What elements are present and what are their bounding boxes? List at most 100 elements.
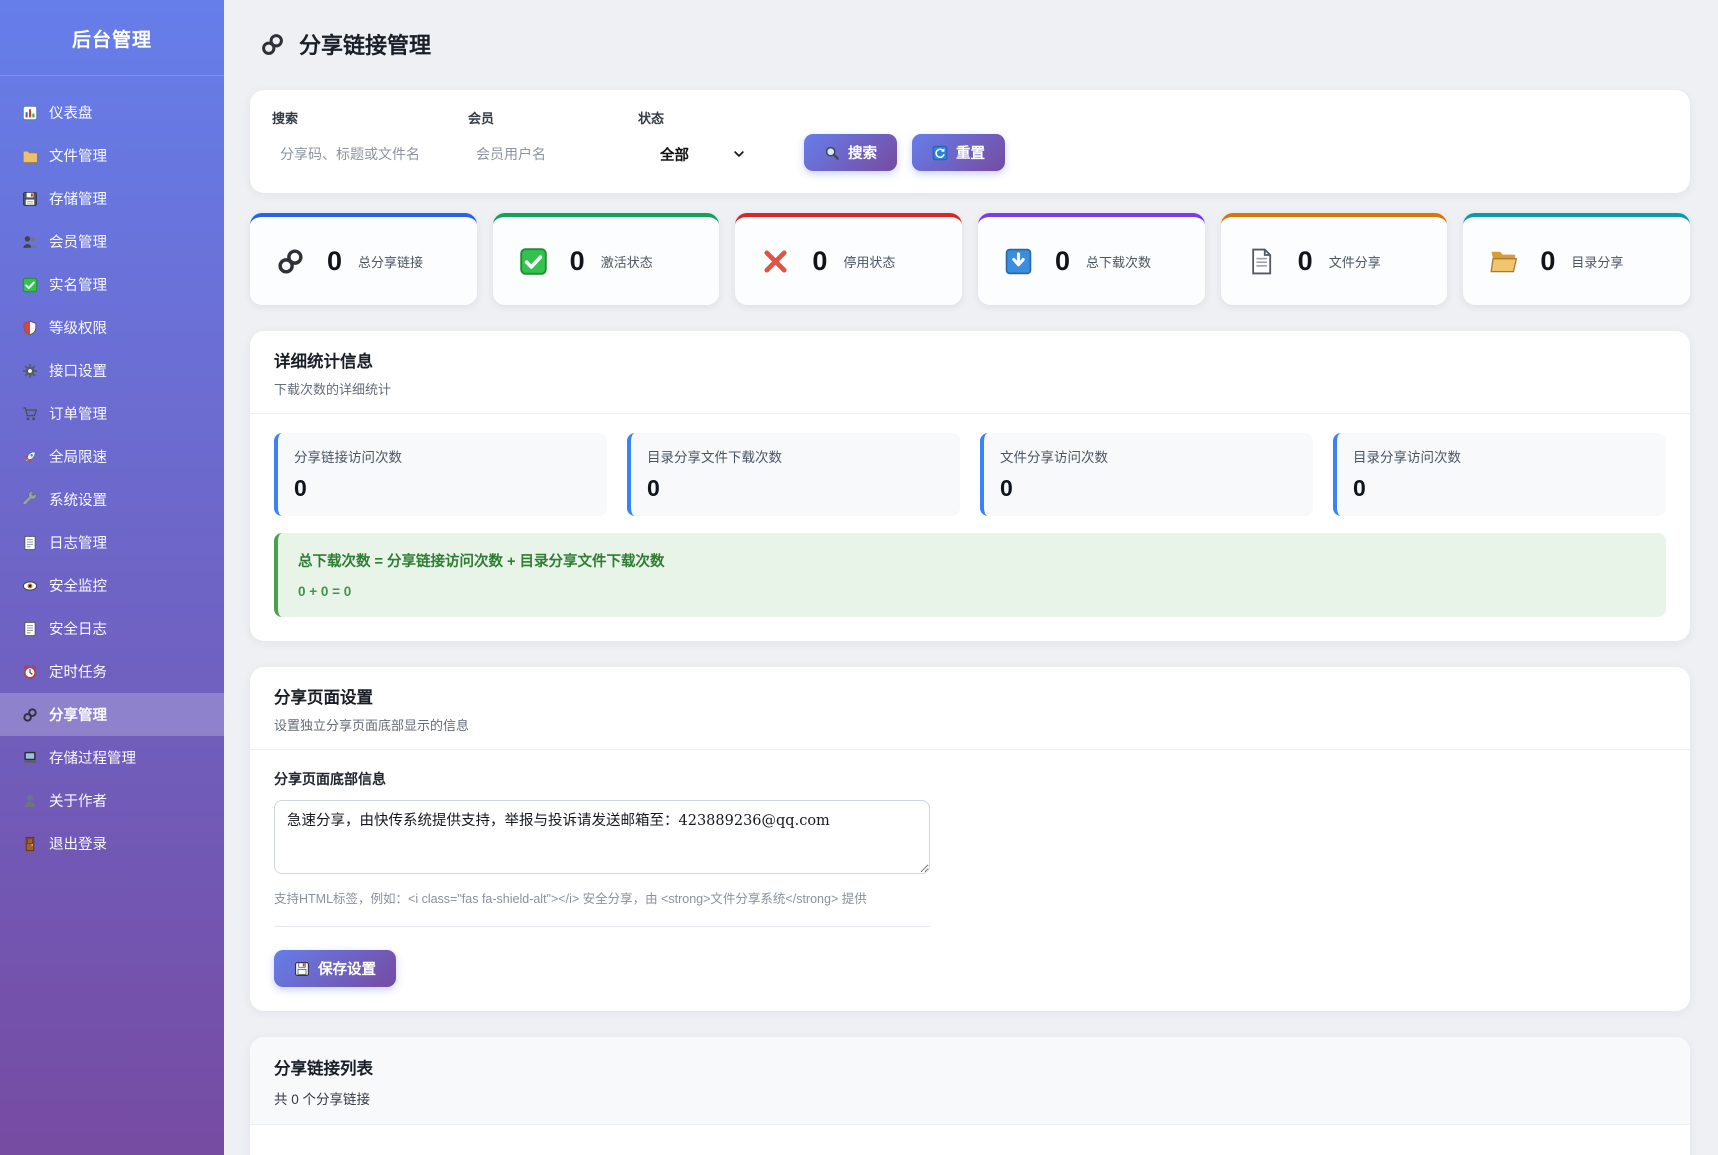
form-divider bbox=[274, 926, 930, 927]
status-select[interactable]: 全部 bbox=[638, 137, 756, 171]
stat-card-active: 0 激活状态 bbox=[493, 213, 720, 305]
page-title-text: 分享链接管理 bbox=[299, 28, 431, 60]
sidebar-item-label: 仪表盘 bbox=[49, 102, 93, 123]
share-settings-title: 分享页面设置 bbox=[274, 684, 1666, 708]
sidebar-item-system-settings[interactable]: 系统设置 bbox=[0, 478, 224, 521]
check-square-icon bbox=[22, 277, 38, 293]
download-icon bbox=[1004, 247, 1033, 276]
link-icon bbox=[22, 707, 38, 723]
link-icon bbox=[260, 32, 285, 57]
stat-label: 总下载次数 bbox=[1086, 252, 1151, 271]
stat-label: 文件分享 bbox=[1329, 252, 1381, 271]
detail-value: 0 bbox=[1353, 475, 1650, 502]
share-settings-subtitle: 设置独立分享页面底部显示的信息 bbox=[274, 715, 1666, 734]
stat-label: 激活状态 bbox=[601, 252, 653, 271]
sidebar-item-label: 接口设置 bbox=[49, 360, 107, 381]
sidebar-item-security-monitor[interactable]: 安全监控 bbox=[0, 564, 224, 607]
search-input[interactable] bbox=[272, 137, 450, 171]
document-icon bbox=[22, 621, 38, 637]
stat-card-file-shares: 0 文件分享 bbox=[1221, 213, 1448, 305]
main-content: 分享链接管理 搜索 会员 状态 全部 搜索 重置 bbox=[224, 0, 1718, 1155]
filter-bar: 搜索 会员 状态 全部 搜索 重置 bbox=[250, 90, 1690, 193]
sidebar-item-label: 关于作者 bbox=[49, 790, 107, 811]
sidebar-item-global-speed-limit[interactable]: 全局限速 bbox=[0, 435, 224, 478]
sidebar-item-level-permission[interactable]: 等级权限 bbox=[0, 306, 224, 349]
detail-box-dir-share-visits: 目录分享访问次数 0 bbox=[1333, 433, 1666, 516]
sidebar-nav: 仪表盘 文件管理 存储管理 会员管理 实名管理 等级权限 接口设置 订单管理 bbox=[0, 76, 224, 880]
sidebar-item-label: 存储过程管理 bbox=[49, 747, 136, 768]
save-settings-button[interactable]: 保存设置 bbox=[274, 950, 396, 987]
sidebar-item-label: 日志管理 bbox=[49, 532, 107, 553]
sidebar-item-api-settings[interactable]: 接口设置 bbox=[0, 349, 224, 392]
sidebar-item-dashboard[interactable]: 仪表盘 bbox=[0, 91, 224, 134]
member-field-group: 会员 bbox=[468, 108, 620, 171]
detail-stats-title: 详细统计信息 bbox=[274, 348, 1666, 372]
reset-icon bbox=[932, 145, 948, 161]
formula-text: 总下载次数 = 分享链接访问次数 + 目录分享文件下载次数 bbox=[298, 550, 1646, 571]
share-settings-header: 分享页面设置 设置独立分享页面底部显示的信息 bbox=[250, 667, 1690, 750]
sidebar-item-file-management[interactable]: 文件管理 bbox=[0, 134, 224, 177]
stat-value: 0 bbox=[327, 246, 342, 277]
sidebar-item-member-management[interactable]: 会员管理 bbox=[0, 220, 224, 263]
status-label: 状态 bbox=[638, 108, 756, 127]
laptop-icon bbox=[22, 750, 38, 766]
detail-label: 目录分享访问次数 bbox=[1353, 446, 1650, 466]
share-list-title: 分享链接列表 bbox=[274, 1055, 1666, 1079]
stat-card-disabled: 0 停用状态 bbox=[735, 213, 962, 305]
stat-card-total-links: 0 总分享链接 bbox=[250, 213, 477, 305]
link-icon bbox=[276, 247, 305, 276]
search-field-group: 搜索 bbox=[272, 108, 450, 171]
share-list-body bbox=[250, 1125, 1690, 1155]
gear-icon bbox=[22, 363, 38, 379]
sidebar-item-label: 文件管理 bbox=[49, 145, 107, 166]
share-settings-card: 分享页面设置 设置独立分享页面底部显示的信息 分享页面底部信息 急速分享，由快传… bbox=[250, 667, 1690, 1011]
search-button-label: 搜索 bbox=[848, 142, 877, 163]
page-title: 分享链接管理 bbox=[260, 28, 1690, 60]
detail-stats-body: 分享链接访问次数 0 目录分享文件下载次数 0 文件分享访问次数 0 目录分享访… bbox=[250, 414, 1690, 641]
download-formula-box: 总下载次数 = 分享链接访问次数 + 目录分享文件下载次数 0 + 0 = 0 bbox=[274, 533, 1666, 617]
status-select-value: 全部 bbox=[660, 144, 689, 165]
sidebar-item-label: 退出登录 bbox=[49, 833, 107, 854]
check-square-icon bbox=[519, 247, 548, 276]
detail-value: 0 bbox=[294, 475, 591, 502]
sidebar-item-logout[interactable]: 退出登录 bbox=[0, 822, 224, 865]
sidebar-item-label: 定时任务 bbox=[49, 661, 107, 682]
sidebar-item-label: 等级权限 bbox=[49, 317, 107, 338]
file-icon bbox=[1247, 247, 1276, 276]
stat-value: 0 bbox=[1298, 246, 1313, 277]
shield-icon bbox=[22, 320, 38, 336]
reset-button-label: 重置 bbox=[956, 142, 985, 163]
person-icon bbox=[22, 793, 38, 809]
shopping-cart-icon bbox=[22, 406, 38, 422]
detail-value: 0 bbox=[1000, 475, 1297, 502]
sidebar-item-storage-management[interactable]: 存储管理 bbox=[0, 177, 224, 220]
member-label: 会员 bbox=[468, 108, 620, 127]
share-list-count: 共 0 个分享链接 bbox=[274, 1088, 1666, 1108]
sidebar-item-share-management[interactable]: 分享管理 bbox=[0, 693, 224, 736]
alarm-clock-icon bbox=[22, 664, 38, 680]
sidebar-item-label: 实名管理 bbox=[49, 274, 107, 295]
search-button[interactable]: 搜索 bbox=[804, 134, 897, 171]
member-input[interactable] bbox=[468, 137, 620, 171]
search-label: 搜索 bbox=[272, 108, 450, 127]
sidebar-item-realname-management[interactable]: 实名管理 bbox=[0, 263, 224, 306]
share-list-card: 分享链接列表 共 0 个分享链接 bbox=[250, 1037, 1690, 1155]
sidebar-item-about-author[interactable]: 关于作者 bbox=[0, 779, 224, 822]
wrench-icon bbox=[22, 492, 38, 508]
eye-icon bbox=[22, 578, 38, 594]
stat-value: 0 bbox=[1055, 246, 1070, 277]
reset-button[interactable]: 重置 bbox=[912, 134, 1005, 171]
sidebar-item-stored-procedure[interactable]: 存储过程管理 bbox=[0, 736, 224, 779]
sidebar-item-scheduled-tasks[interactable]: 定时任务 bbox=[0, 650, 224, 693]
sidebar-item-log-management[interactable]: 日志管理 bbox=[0, 521, 224, 564]
sidebar-item-security-log[interactable]: 安全日志 bbox=[0, 607, 224, 650]
footer-info-label: 分享页面底部信息 bbox=[274, 769, 1666, 789]
detail-label: 分享链接访问次数 bbox=[294, 446, 591, 466]
formula-result: 0 + 0 = 0 bbox=[298, 584, 1646, 599]
detail-stats-grid: 分享链接访问次数 0 目录分享文件下载次数 0 文件分享访问次数 0 目录分享访… bbox=[274, 433, 1666, 516]
detail-box-file-share-visits: 文件分享访问次数 0 bbox=[980, 433, 1313, 516]
footer-info-textarea[interactable]: 急速分享，由快传系统提供支持，举报与投诉请发送邮箱至：423889236@qq.… bbox=[274, 800, 930, 874]
sidebar-item-order-management[interactable]: 订单管理 bbox=[0, 392, 224, 435]
sidebar-item-label: 会员管理 bbox=[49, 231, 107, 252]
sidebar-item-label: 全局限速 bbox=[49, 446, 107, 467]
